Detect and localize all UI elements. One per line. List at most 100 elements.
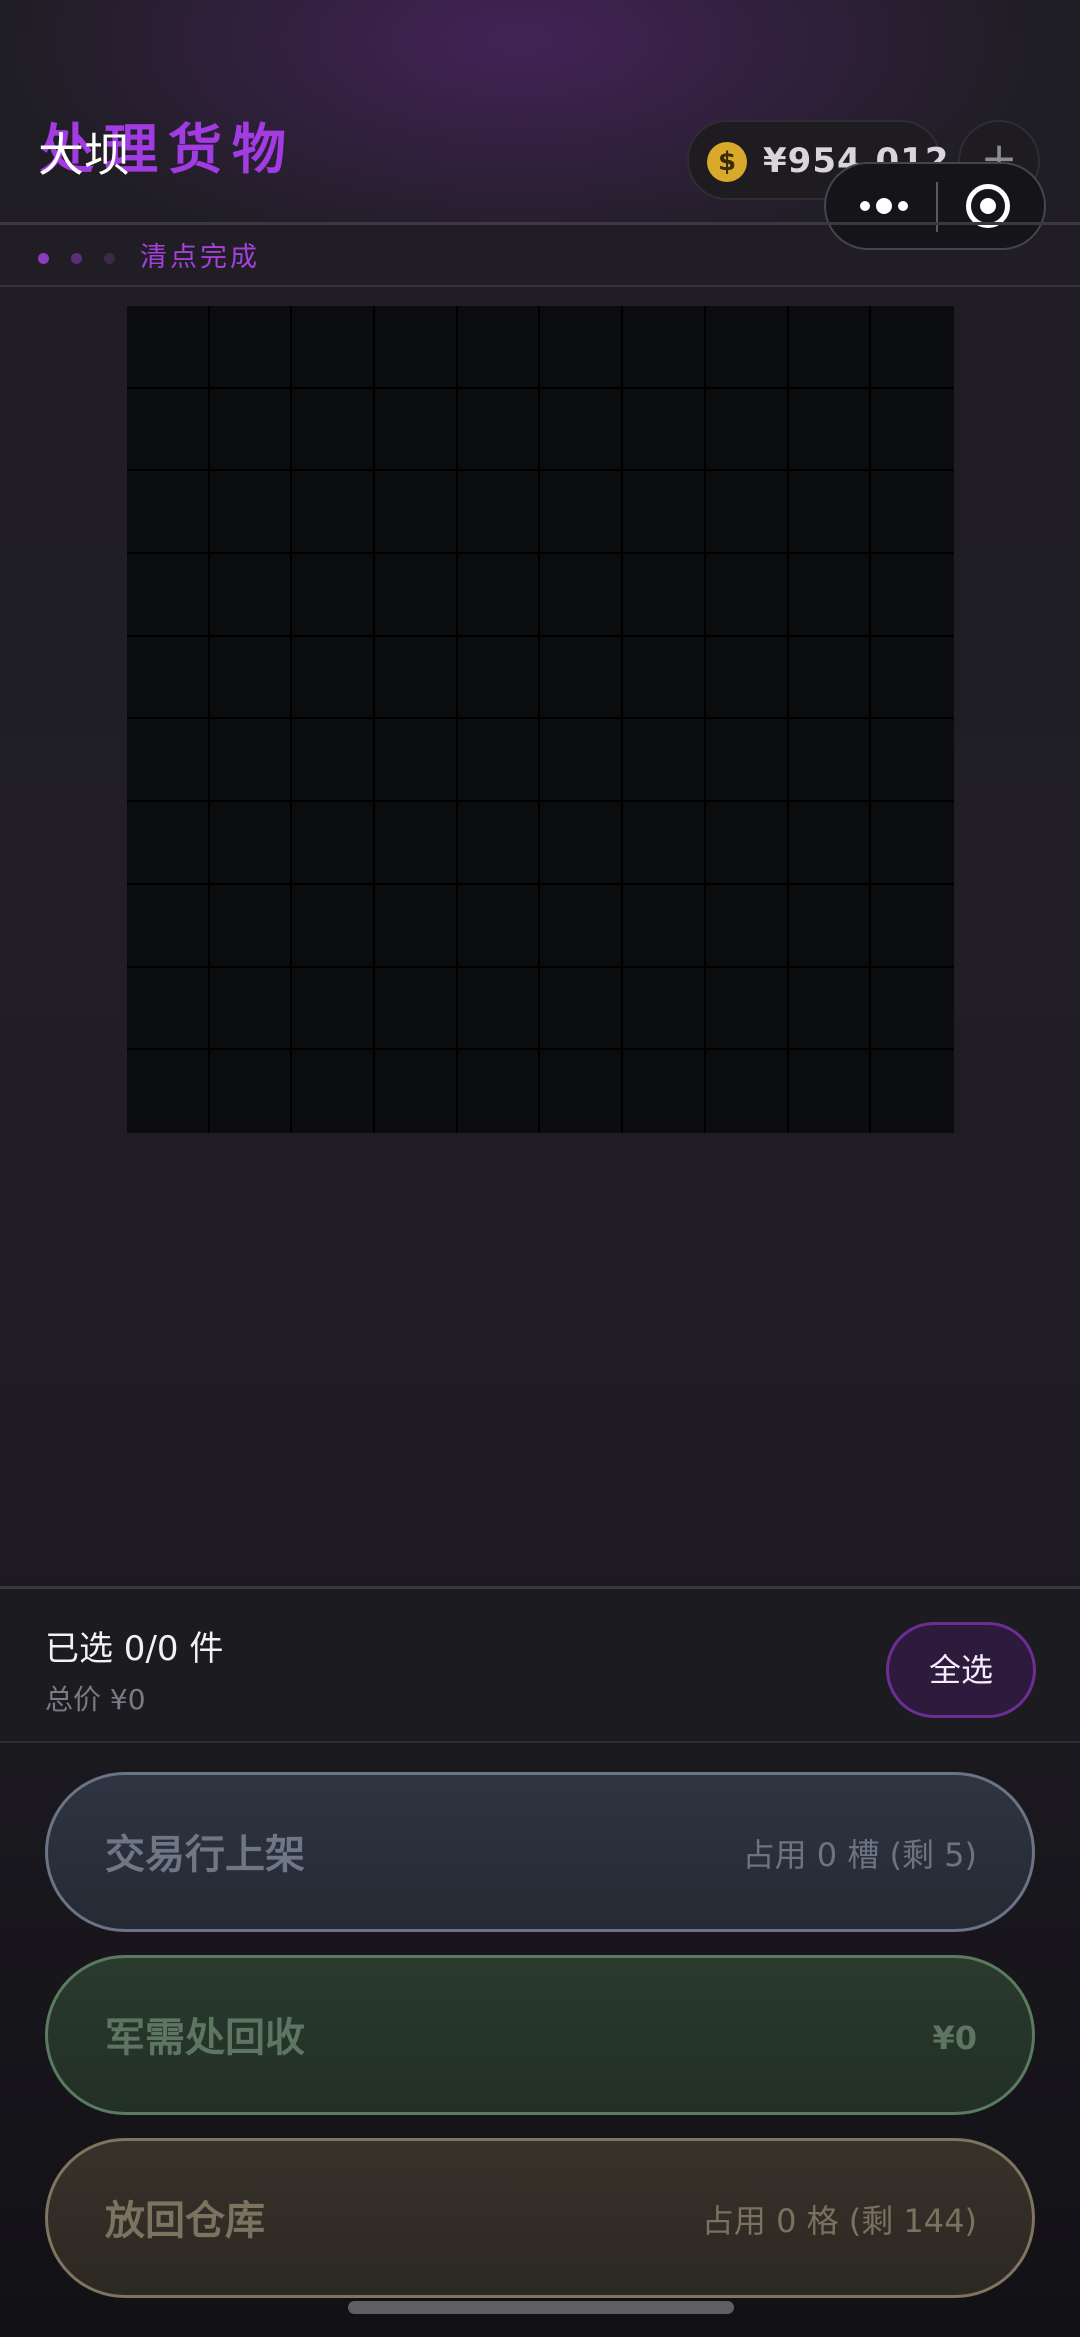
grid-cell[interactable] xyxy=(292,306,376,389)
grid-cell[interactable] xyxy=(209,306,293,389)
grid-cell[interactable] xyxy=(705,884,789,968)
grid-cell[interactable] xyxy=(375,1050,458,1133)
grid-cell[interactable] xyxy=(871,306,954,389)
grid-cell[interactable] xyxy=(623,554,706,637)
grid-cell[interactable] xyxy=(705,306,789,389)
grid-cell[interactable] xyxy=(209,802,293,885)
grid-cell[interactable] xyxy=(292,967,376,1051)
grid-cell[interactable] xyxy=(457,388,541,472)
grid-cell[interactable] xyxy=(457,967,541,1051)
grid-cell[interactable] xyxy=(540,471,624,555)
grid-cell[interactable] xyxy=(623,306,706,389)
grid-cell[interactable] xyxy=(127,388,210,472)
grid-cell[interactable] xyxy=(788,306,872,389)
grid-cell[interactable] xyxy=(540,636,624,720)
grid-cell[interactable] xyxy=(623,802,706,885)
grid-cell[interactable] xyxy=(540,306,624,389)
grid-cell[interactable] xyxy=(540,1050,624,1133)
grid-cell[interactable] xyxy=(375,554,458,637)
grid-cell[interactable] xyxy=(623,388,706,472)
grid-cell[interactable] xyxy=(375,719,458,803)
grid-cell[interactable] xyxy=(623,636,706,720)
grid-cell[interactable] xyxy=(788,636,872,720)
grid-cell[interactable] xyxy=(540,967,624,1051)
grid-cell[interactable] xyxy=(788,1050,872,1133)
grid-cell[interactable] xyxy=(540,719,624,803)
grid-cell[interactable] xyxy=(705,471,789,555)
grid-cell[interactable] xyxy=(127,471,210,555)
grid-cell[interactable] xyxy=(457,719,541,803)
grid-cell[interactable] xyxy=(540,388,624,472)
grid-cell[interactable] xyxy=(705,719,789,803)
grid-cell[interactable] xyxy=(457,471,541,555)
grid-cell[interactable] xyxy=(457,306,541,389)
grid-cell[interactable] xyxy=(623,471,706,555)
grid-cell[interactable] xyxy=(788,388,872,472)
grid-cell[interactable] xyxy=(788,471,872,555)
grid-cell[interactable] xyxy=(871,967,954,1051)
grid-cell[interactable] xyxy=(540,554,624,637)
grid-cell[interactable] xyxy=(788,719,872,803)
grid-cell[interactable] xyxy=(375,636,458,720)
grid-cell[interactable] xyxy=(127,554,210,637)
grid-cell[interactable] xyxy=(127,802,210,885)
grid-cell[interactable] xyxy=(209,554,293,637)
list-on-market-button[interactable]: 交易行上架 占用 0 槽 (剩 5) xyxy=(45,1772,1035,1932)
grid-cell[interactable] xyxy=(209,388,293,472)
grid-cell[interactable] xyxy=(623,1050,706,1133)
grid-cell[interactable] xyxy=(375,388,458,472)
grid-cell[interactable] xyxy=(127,636,210,720)
grid-cell[interactable] xyxy=(871,471,954,555)
grid-cell[interactable] xyxy=(871,1050,954,1133)
grid-cell[interactable] xyxy=(209,471,293,555)
grid-cell[interactable] xyxy=(292,388,376,472)
grid-cell[interactable] xyxy=(375,802,458,885)
grid-cell[interactable] xyxy=(457,636,541,720)
grid-cell[interactable] xyxy=(375,884,458,968)
grid-cell[interactable] xyxy=(292,719,376,803)
grid-cell[interactable] xyxy=(705,1050,789,1133)
grid-cell[interactable] xyxy=(292,884,376,968)
grid-cell[interactable] xyxy=(871,719,954,803)
grid-cell[interactable] xyxy=(292,554,376,637)
grid-cell[interactable] xyxy=(705,554,789,637)
grid-cell[interactable] xyxy=(705,802,789,885)
grid-cell[interactable] xyxy=(871,636,954,720)
select-all-button[interactable]: 全选 xyxy=(886,1622,1036,1718)
grid-cell[interactable] xyxy=(127,1050,210,1133)
grid-cell[interactable] xyxy=(375,306,458,389)
grid-cell[interactable] xyxy=(871,802,954,885)
grid-cell[interactable] xyxy=(871,884,954,968)
grid-cell[interactable] xyxy=(705,967,789,1051)
grid-cell[interactable] xyxy=(209,967,293,1051)
grid-cell[interactable] xyxy=(623,967,706,1051)
grid-cell[interactable] xyxy=(705,636,789,720)
grid-cell[interactable] xyxy=(788,884,872,968)
grid-cell[interactable] xyxy=(209,1050,293,1133)
grid-cell[interactable] xyxy=(457,884,541,968)
grid-cell[interactable] xyxy=(209,636,293,720)
grid-cell[interactable] xyxy=(127,884,210,968)
grid-cell[interactable] xyxy=(209,719,293,803)
grid-cell[interactable] xyxy=(375,967,458,1051)
grid-cell[interactable] xyxy=(127,719,210,803)
quartermaster-recycle-button[interactable]: 军需处回收 ¥0 xyxy=(45,1955,1035,2115)
grid-cell[interactable] xyxy=(292,636,376,720)
grid-cell[interactable] xyxy=(623,719,706,803)
grid-cell[interactable] xyxy=(457,802,541,885)
grid-cell[interactable] xyxy=(292,802,376,885)
grid-cell[interactable] xyxy=(788,554,872,637)
grid-cell[interactable] xyxy=(127,967,210,1051)
grid-cell[interactable] xyxy=(292,471,376,555)
grid-cell[interactable] xyxy=(788,967,872,1051)
grid-cell[interactable] xyxy=(871,388,954,472)
grid-cell[interactable] xyxy=(127,306,210,389)
grid-cell[interactable] xyxy=(457,1050,541,1133)
grid-cell[interactable] xyxy=(705,388,789,472)
grid-cell[interactable] xyxy=(209,884,293,968)
grid-cell[interactable] xyxy=(457,554,541,637)
grid-cell[interactable] xyxy=(871,554,954,637)
grid-cell[interactable] xyxy=(540,802,624,885)
grid-cell[interactable] xyxy=(292,1050,376,1133)
grid-cell[interactable] xyxy=(375,471,458,555)
